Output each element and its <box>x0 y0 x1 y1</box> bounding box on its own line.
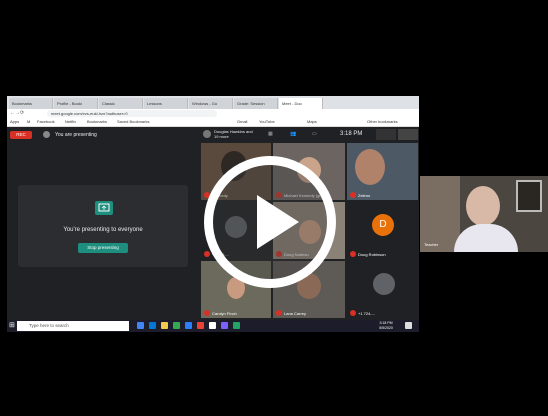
bookmark-item[interactable]: Other bookmarks <box>367 118 398 126</box>
browser-tab[interactable]: Profile - Booki <box>54 98 98 109</box>
meet-header: Douglas Hawkins and 19 more ▦ 👥 ▭ 3:18 P… <box>200 127 419 142</box>
participant-name: Lana Carrey <box>284 311 307 316</box>
browser-tab[interactable]: Classic <box>99 98 143 109</box>
webcam-label: Teacher <box>424 242 439 247</box>
meeting-title: Douglas Hawkins and 19 more <box>214 129 253 139</box>
mic-off-icon <box>350 192 356 198</box>
wall-picture <box>516 180 542 212</box>
chat-icon[interactable]: ▭ <box>312 131 317 137</box>
app-icon[interactable] <box>221 322 228 329</box>
presenting-message: You're presenting to everyone <box>63 227 143 233</box>
notifications-icon[interactable] <box>405 322 412 329</box>
mic-off-icon <box>350 251 356 257</box>
address-bar: ←→⟳ meet.google.com/xvs-eukl-hzo?authuse… <box>7 109 419 118</box>
presenting-panel: REC You are presenting You're presenting… <box>7 127 200 320</box>
bookmark-item[interactable]: Facebook <box>37 118 55 126</box>
edge-icon[interactable] <box>149 322 156 329</box>
app-icon[interactable] <box>197 322 204 329</box>
avatar <box>43 131 50 138</box>
browser-tab[interactable]: Bookmarks <box>9 98 53 109</box>
bookmark-item[interactable]: Saved Bookmarks <box>117 118 149 126</box>
meeting-time: 3:18 PM <box>340 131 363 137</box>
people-icon[interactable]: 👥 <box>290 131 296 137</box>
play-button[interactable] <box>204 156 336 288</box>
present-screen-icon <box>95 201 113 215</box>
mic-off-icon <box>204 310 210 316</box>
app-icon[interactable] <box>233 322 240 329</box>
browser-tab[interactable]: Grade: Session <box>234 98 278 109</box>
browser-tab[interactable]: Lessons <box>144 98 188 109</box>
mic-off-icon <box>204 251 210 257</box>
participant-tile[interactable]: +1 724-... <box>347 261 418 318</box>
file-explorer-icon[interactable] <box>161 322 168 329</box>
bookmark-item[interactable]: YouTube <box>259 118 275 126</box>
participant-name: Carolyn Finch <box>212 311 237 316</box>
bookmarks-bar: Apps M Facebook Netflix Bookmarks Saved … <box>7 118 419 127</box>
bookmark-item[interactable]: Gmail <box>237 118 247 126</box>
participant-tile[interactable]: D Doug Robinson <box>347 202 418 259</box>
mail-icon[interactable] <box>185 322 192 329</box>
presenter-face <box>466 186 500 226</box>
avatar: D <box>372 214 394 236</box>
avatar <box>203 130 211 138</box>
participant-name: +1 724-... <box>358 311 376 316</box>
bookmark-item[interactable]: Netflix <box>65 118 76 126</box>
participant-name: Zeleno <box>358 193 371 198</box>
windows-start-icon[interactable]: ⊞ <box>9 322 16 329</box>
windows-taskbar: ⊞ Type here to search 3:18 PM 5/5/2020 <box>7 320 419 332</box>
presenter-body <box>454 224 518 252</box>
taskbar-clock[interactable]: 3:18 PM 5/5/2020 <box>371 321 401 331</box>
rec-badge: REC <box>10 131 32 139</box>
clock-date: 5/5/2020 <box>379 326 393 330</box>
self-view-thumbnail <box>398 129 418 140</box>
app-icon[interactable] <box>209 322 216 329</box>
participant-tile[interactable]: Zeleno <box>347 143 418 200</box>
browser-tab-active[interactable]: Meet - Doo <box>279 98 323 109</box>
bookmark-item[interactable]: Apps <box>10 118 19 126</box>
phone-icon <box>373 273 395 295</box>
chrome-icon[interactable] <box>173 322 180 329</box>
nav-arrows-icon[interactable]: ←→⟳ <box>10 110 24 116</box>
bookmark-item[interactable]: Bookmarks <box>87 118 107 126</box>
grid-layout-icon[interactable]: ▦ <box>268 131 273 137</box>
task-view-icon[interactable] <box>137 322 144 329</box>
browser-tab[interactable]: Windows - Go <box>189 98 233 109</box>
presenting-card: You're presenting to everyone Stop prese… <box>18 185 188 267</box>
self-view-thumbnail <box>376 129 396 140</box>
participant-name: Doug Robinson <box>358 252 386 257</box>
browser-tab-bar: Bookmarks Profile - Booki Classic Lesson… <box>7 96 419 109</box>
mic-off-icon <box>276 310 282 316</box>
taskbar-search-input[interactable]: Type here to search <box>17 321 129 331</box>
play-icon <box>257 195 299 249</box>
url-field[interactable]: meet.google.com/xvs-eukl-hzo?authuser=0 <box>47 110 217 117</box>
participant-video <box>355 149 385 185</box>
presenter-webcam: Teacher <box>420 176 548 252</box>
bookmark-item[interactable]: Maps <box>307 118 317 126</box>
mic-off-icon <box>350 310 356 316</box>
background-wall <box>420 176 460 252</box>
stop-presenting-button[interactable]: Stop presenting <box>78 243 128 253</box>
presenting-status-text: You are presenting <box>55 132 97 138</box>
bookmark-item[interactable]: M <box>27 118 30 126</box>
